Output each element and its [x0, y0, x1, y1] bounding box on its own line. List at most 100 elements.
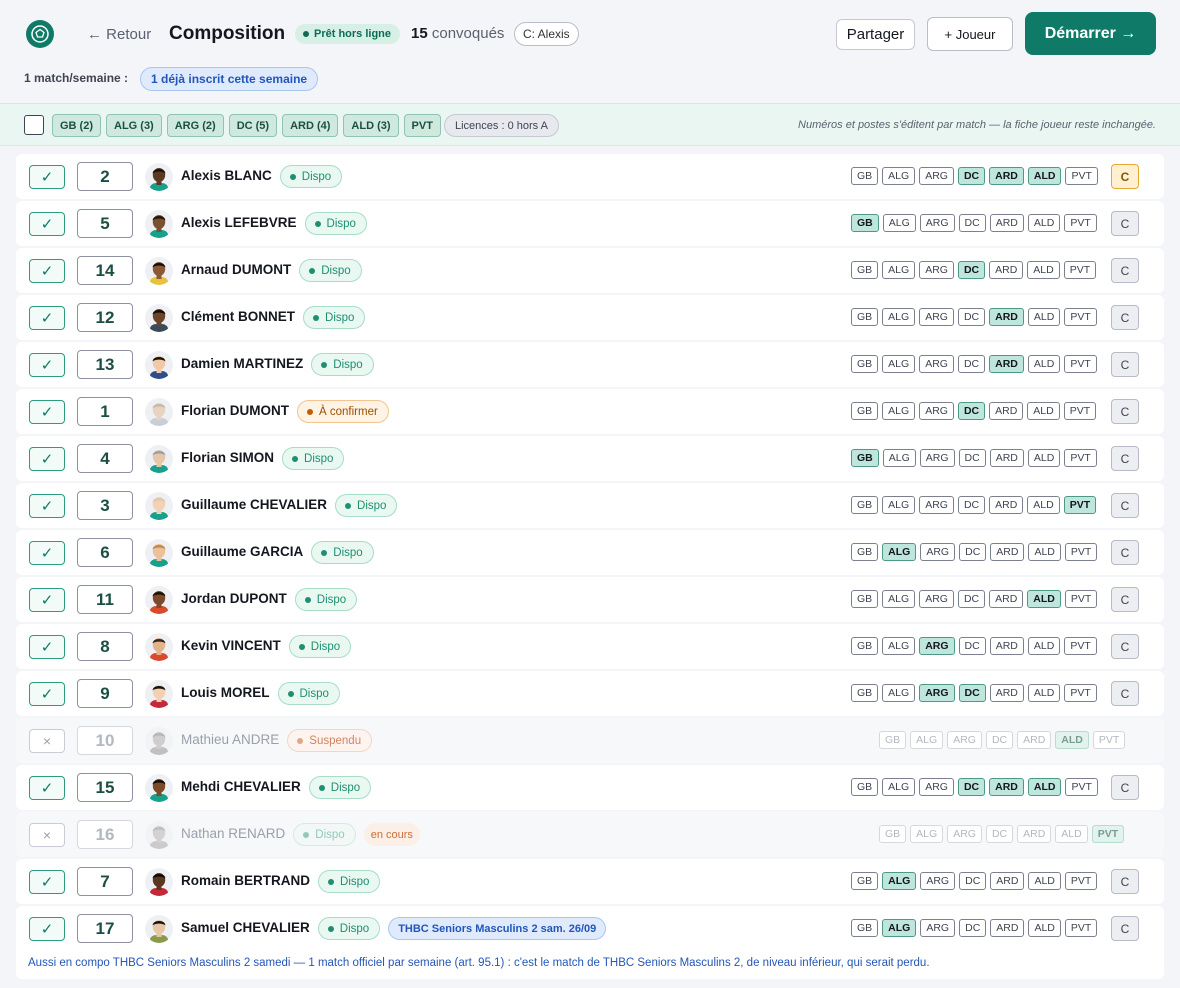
captain-toggle[interactable]: C — [1111, 634, 1139, 659]
position-toggle[interactable]: ARD — [989, 778, 1024, 796]
add-player-button[interactable]: + Joueur — [927, 17, 1013, 51]
position-toggle[interactable]: ARD — [990, 872, 1025, 890]
player-name[interactable]: Romain BERTRAND — [181, 873, 310, 888]
position-toggle[interactable]: DC — [957, 590, 986, 608]
position-toggle[interactable]: ALD — [1027, 778, 1062, 796]
position-toggle[interactable]: ALG — [882, 872, 917, 890]
position-toggle[interactable]: DC — [985, 731, 1014, 749]
position-toggle[interactable]: DC — [957, 308, 986, 326]
position-filter-chip[interactable]: DC (5) — [228, 114, 278, 137]
position-toggle[interactable]: PVT — [1064, 872, 1098, 890]
position-toggle[interactable]: GB — [879, 825, 907, 843]
position-toggle[interactable]: ALD — [1027, 402, 1060, 420]
jersey-number-input[interactable]: 7 — [77, 867, 133, 896]
position-toggle[interactable]: ALG — [882, 167, 916, 185]
position-toggle[interactable]: GB — [851, 684, 879, 702]
position-toggle[interactable]: DC — [957, 402, 986, 420]
player-name[interactable]: Arnaud DUMONT — [181, 262, 291, 277]
position-toggle[interactable]: DC — [958, 214, 986, 232]
availability-badge[interactable]: Dispo — [308, 776, 372, 799]
position-toggle[interactable]: ALD — [1027, 355, 1061, 373]
position-toggle[interactable]: PVT — [1091, 825, 1125, 843]
player-name[interactable]: Guillaume CHEVALIER — [181, 497, 327, 512]
app-logo[interactable] — [26, 20, 54, 48]
position-toggle[interactable]: ARG — [919, 402, 954, 420]
jersey-number-input[interactable]: 8 — [77, 632, 133, 661]
position-toggle[interactable]: ARD — [989, 590, 1024, 608]
position-toggle[interactable]: GB — [851, 214, 879, 232]
jersey-number-input[interactable]: 3 — [77, 491, 133, 520]
position-toggle[interactable]: ARG — [920, 543, 956, 561]
position-filter-chip[interactable]: GB (2) — [52, 114, 101, 137]
player-name[interactable]: Jordan DUPONT — [181, 591, 287, 606]
position-toggle[interactable]: PVT — [1064, 919, 1098, 937]
position-toggle[interactable]: GB — [851, 308, 879, 326]
position-toggle[interactable]: GB — [851, 590, 879, 608]
position-toggle[interactable]: ARD — [989, 496, 1024, 514]
availability-badge[interactable]: Dispo — [311, 353, 374, 376]
position-toggle[interactable]: ARD — [990, 543, 1025, 561]
jersey-number-input[interactable]: 17 — [77, 914, 133, 943]
player-name[interactable]: Alexis BLANC — [181, 168, 272, 183]
captain-toggle[interactable]: C — [1111, 164, 1139, 189]
position-toggle[interactable]: ALG — [910, 731, 944, 749]
jersey-number-input[interactable]: 11 — [77, 585, 133, 614]
position-toggle[interactable]: ARG — [919, 590, 954, 608]
position-toggle[interactable]: ALD — [1027, 590, 1061, 608]
position-toggle[interactable]: PVT — [1063, 402, 1097, 420]
position-toggle[interactable]: ALD — [1027, 214, 1061, 232]
jersey-number-input[interactable]: 6 — [77, 538, 133, 567]
position-toggle[interactable]: ARD — [989, 167, 1024, 185]
jersey-number-input[interactable]: 2 — [77, 162, 133, 191]
position-toggle[interactable]: ALD — [1027, 167, 1062, 185]
position-toggle[interactable]: ALG — [882, 637, 916, 655]
position-toggle[interactable]: GB — [851, 778, 879, 796]
jersey-number-input[interactable]: 4 — [77, 444, 133, 473]
position-toggle[interactable]: ALG — [882, 778, 916, 796]
position-toggle[interactable]: ARD — [989, 355, 1024, 373]
player-name[interactable]: Louis MOREL — [181, 685, 270, 700]
jersey-number-input[interactable]: 9 — [77, 679, 133, 708]
captain-toggle[interactable]: C — [1111, 399, 1139, 424]
captain-toggle[interactable]: C — [1111, 775, 1139, 800]
position-toggle[interactable]: ARG — [919, 214, 955, 232]
position-toggle[interactable]: DC — [959, 543, 987, 561]
position-toggle[interactable]: DC — [957, 167, 986, 185]
position-toggle[interactable]: ARG — [919, 637, 955, 655]
position-toggle[interactable]: ALD — [1027, 308, 1061, 326]
player-name[interactable]: Nathan RENARD — [181, 826, 285, 841]
selected-checkbox[interactable]: ✓ — [29, 165, 65, 189]
availability-badge[interactable]: Dispo — [304, 212, 367, 235]
availability-badge[interactable]: Dispo — [282, 447, 345, 470]
position-toggle[interactable]: ALG — [882, 919, 917, 937]
position-toggle[interactable]: ALG — [882, 449, 916, 467]
position-toggle[interactable]: DC — [957, 496, 986, 514]
position-toggle[interactable]: PVT — [1064, 590, 1098, 608]
position-toggle[interactable]: GB — [851, 167, 879, 185]
position-toggle[interactable]: PVT — [1064, 355, 1097, 373]
position-toggle[interactable]: ARD — [989, 402, 1024, 420]
player-name[interactable]: Samuel CHEVALIER — [181, 920, 310, 935]
position-toggle[interactable]: ALG — [882, 261, 916, 279]
position-toggle[interactable]: ALG — [882, 308, 916, 326]
captain-toggle[interactable]: C — [1111, 493, 1139, 518]
position-toggle[interactable]: GB — [851, 496, 879, 514]
position-toggle[interactable]: ARD — [990, 919, 1025, 937]
position-toggle[interactable]: ARG — [919, 778, 954, 796]
position-toggle[interactable]: ARG — [947, 825, 982, 843]
selected-checkbox[interactable]: ✓ — [29, 541, 65, 565]
position-toggle[interactable]: PVT — [1064, 214, 1097, 232]
captain-toggle[interactable]: C — [1111, 587, 1139, 612]
position-toggle[interactable]: DC — [958, 637, 986, 655]
player-name[interactable]: Alexis LEFEBVRE — [181, 215, 297, 230]
position-toggle[interactable]: GB — [851, 355, 879, 373]
availability-badge[interactable]: Dispo — [318, 870, 381, 893]
position-toggle[interactable]: DC — [958, 684, 986, 702]
position-toggle[interactable]: GB — [851, 261, 879, 279]
selected-checkbox[interactable]: ✓ — [29, 212, 65, 236]
selected-checkbox[interactable]: ✓ — [29, 353, 65, 377]
jersey-number-input[interactable]: 16 — [77, 820, 133, 849]
jersey-number-input[interactable]: 12 — [77, 303, 133, 332]
position-toggle[interactable]: ALD — [1027, 496, 1060, 514]
position-toggle[interactable]: ARG — [919, 167, 954, 185]
